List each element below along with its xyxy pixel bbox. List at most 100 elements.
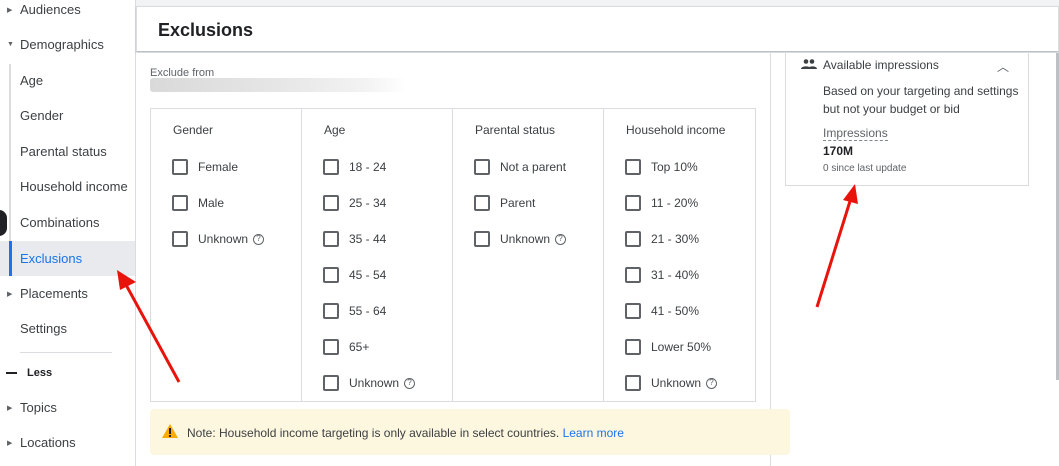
sidebar-item-label: Locations (20, 435, 76, 450)
people-icon (801, 59, 817, 69)
option-label: 41 - 50% (651, 304, 700, 318)
option-row[interactable]: 21 - 30% (625, 230, 699, 248)
sidebar-item-demographics[interactable]: ▼ Demographics (0, 27, 135, 62)
sidebar-item-audiences[interactable]: ▶ Audiences (0, 0, 135, 27)
sidebar-item-settings[interactable]: Settings (0, 311, 135, 346)
option-row[interactable]: 31 - 40% (625, 266, 699, 284)
option-row[interactable]: 65+ (323, 338, 369, 356)
option-row[interactable]: 41 - 50% (625, 302, 699, 320)
sidebar-item-household-income[interactable]: Household income (0, 169, 135, 204)
option-row[interactable]: Not a parent (474, 158, 566, 176)
checkbox[interactable] (323, 303, 339, 319)
option-label: Unknown (198, 232, 249, 246)
sidebar-item-topics[interactable]: ▶ Topics (0, 390, 135, 425)
caret-right-icon: ▶ (7, 439, 13, 447)
sidebar-item-age[interactable]: Age (0, 63, 135, 98)
option-label: Male (198, 196, 225, 210)
note-text: Note: Household income targeting is only… (187, 426, 560, 440)
option-row[interactable]: 11 - 20% (625, 194, 698, 212)
option-label: 31 - 40% (651, 268, 700, 282)
checkbox[interactable] (172, 231, 188, 247)
option-label: 35 - 44 (349, 232, 387, 246)
checkbox[interactable] (474, 195, 490, 211)
checkbox[interactable] (323, 195, 339, 211)
sidebar-item-locations[interactable]: ▶ Locations (0, 425, 135, 460)
less-toggle[interactable]: Less (0, 360, 135, 386)
option-row[interactable]: 55 - 64 (323, 302, 386, 320)
caret-right-icon: ▶ (7, 290, 13, 298)
checkbox[interactable] (625, 267, 641, 283)
sidebar-item-label: Topics (20, 400, 57, 415)
sidebar-item-label: Placements (20, 286, 88, 301)
option-row[interactable]: 25 - 34 (323, 194, 386, 212)
option-row[interactable]: Unknown ? (625, 374, 718, 392)
option-row[interactable]: 35 - 44 (323, 230, 386, 248)
sidebar-item-parental-status[interactable]: Parental status (0, 134, 135, 169)
caret-right-icon: ▶ (7, 404, 13, 412)
option-row[interactable]: Parent (474, 194, 535, 212)
checkbox[interactable] (172, 159, 188, 175)
option-label: 55 - 64 (349, 304, 387, 318)
sidebar-item-label: Exclusions (20, 251, 83, 266)
sidebar-item-label: Settings (20, 321, 67, 336)
chevron-up-icon[interactable]: ︿ (997, 58, 1009, 75)
since-last-update: 0 since last update (823, 163, 907, 174)
option-row[interactable]: Unknown ? (323, 374, 416, 392)
learn-more-link[interactable]: Learn more (563, 426, 624, 440)
option-row[interactable]: Unknown ? (172, 230, 265, 248)
option-row[interactable]: 45 - 54 (323, 266, 386, 284)
checkbox[interactable] (625, 159, 641, 175)
help-icon[interactable]: ? (555, 233, 567, 245)
column-title: Parental status (475, 123, 556, 137)
option-row[interactable]: Female (172, 158, 238, 176)
option-row[interactable]: Male (172, 194, 224, 212)
sidebar-item-gender[interactable]: Gender (0, 98, 135, 133)
checkbox[interactable] (474, 159, 490, 175)
option-label: 11 - 20% (651, 196, 699, 210)
checkbox[interactable] (323, 339, 339, 355)
checkbox[interactable] (323, 267, 339, 283)
warning-icon-mark (169, 428, 171, 434)
column-gender: Gender Female Male Unknown ? (151, 109, 302, 401)
option-label: Top 10% (651, 160, 698, 174)
checkbox[interactable] (625, 231, 641, 247)
help-icon[interactable]: ? (404, 377, 416, 389)
option-row[interactable]: 18 - 24 (323, 158, 386, 176)
column-title: Age (324, 123, 346, 137)
sidebar-item-label: Household income (20, 179, 128, 194)
impressions-label[interactable]: Impressions (823, 126, 888, 141)
option-row[interactable]: Top 10% (625, 158, 698, 176)
column-title: Household income (626, 123, 726, 137)
checkbox[interactable] (323, 159, 339, 175)
sidebar-item-exclusions[interactable]: Exclusions (0, 241, 135, 276)
option-row[interactable]: Unknown ? (474, 230, 567, 248)
sidebar-item-label: Audiences (20, 2, 81, 17)
checkbox[interactable] (323, 231, 339, 247)
help-icon[interactable]: ? (706, 377, 718, 389)
checkbox[interactable] (625, 339, 641, 355)
checkbox[interactable] (172, 195, 188, 211)
checkbox[interactable] (474, 231, 490, 247)
option-label: 21 - 30% (651, 232, 700, 246)
sidebar-item-combinations[interactable]: Combinations (0, 205, 135, 240)
sidebar-item-label: Combinations (20, 215, 100, 230)
option-label: Unknown (651, 376, 702, 390)
less-label: Less (27, 367, 53, 379)
option-row[interactable]: Lower 50% (625, 338, 711, 356)
note-text-wrap: Note: Household income targeting is only… (187, 426, 624, 440)
checkbox[interactable] (323, 375, 339, 391)
column-title: Gender (173, 123, 214, 137)
sidebar-item-label: Gender (20, 108, 64, 123)
impressions-value: 170M (823, 144, 854, 158)
redacted-campaign-name (150, 78, 406, 92)
checkbox[interactable] (625, 375, 641, 391)
caret-right-icon: ▶ (7, 6, 13, 14)
sidebar-item-placements[interactable]: ▶ Placements (0, 276, 135, 311)
help-icon[interactable]: ? (253, 233, 265, 245)
option-label: Lower 50% (651, 340, 712, 354)
option-label: 18 - 24 (349, 160, 387, 174)
checkbox[interactable] (625, 303, 641, 319)
card-description: Based on your targeting and settings but… (823, 84, 1019, 116)
checkbox[interactable] (625, 195, 641, 211)
warning-icon-dot (169, 435, 171, 437)
